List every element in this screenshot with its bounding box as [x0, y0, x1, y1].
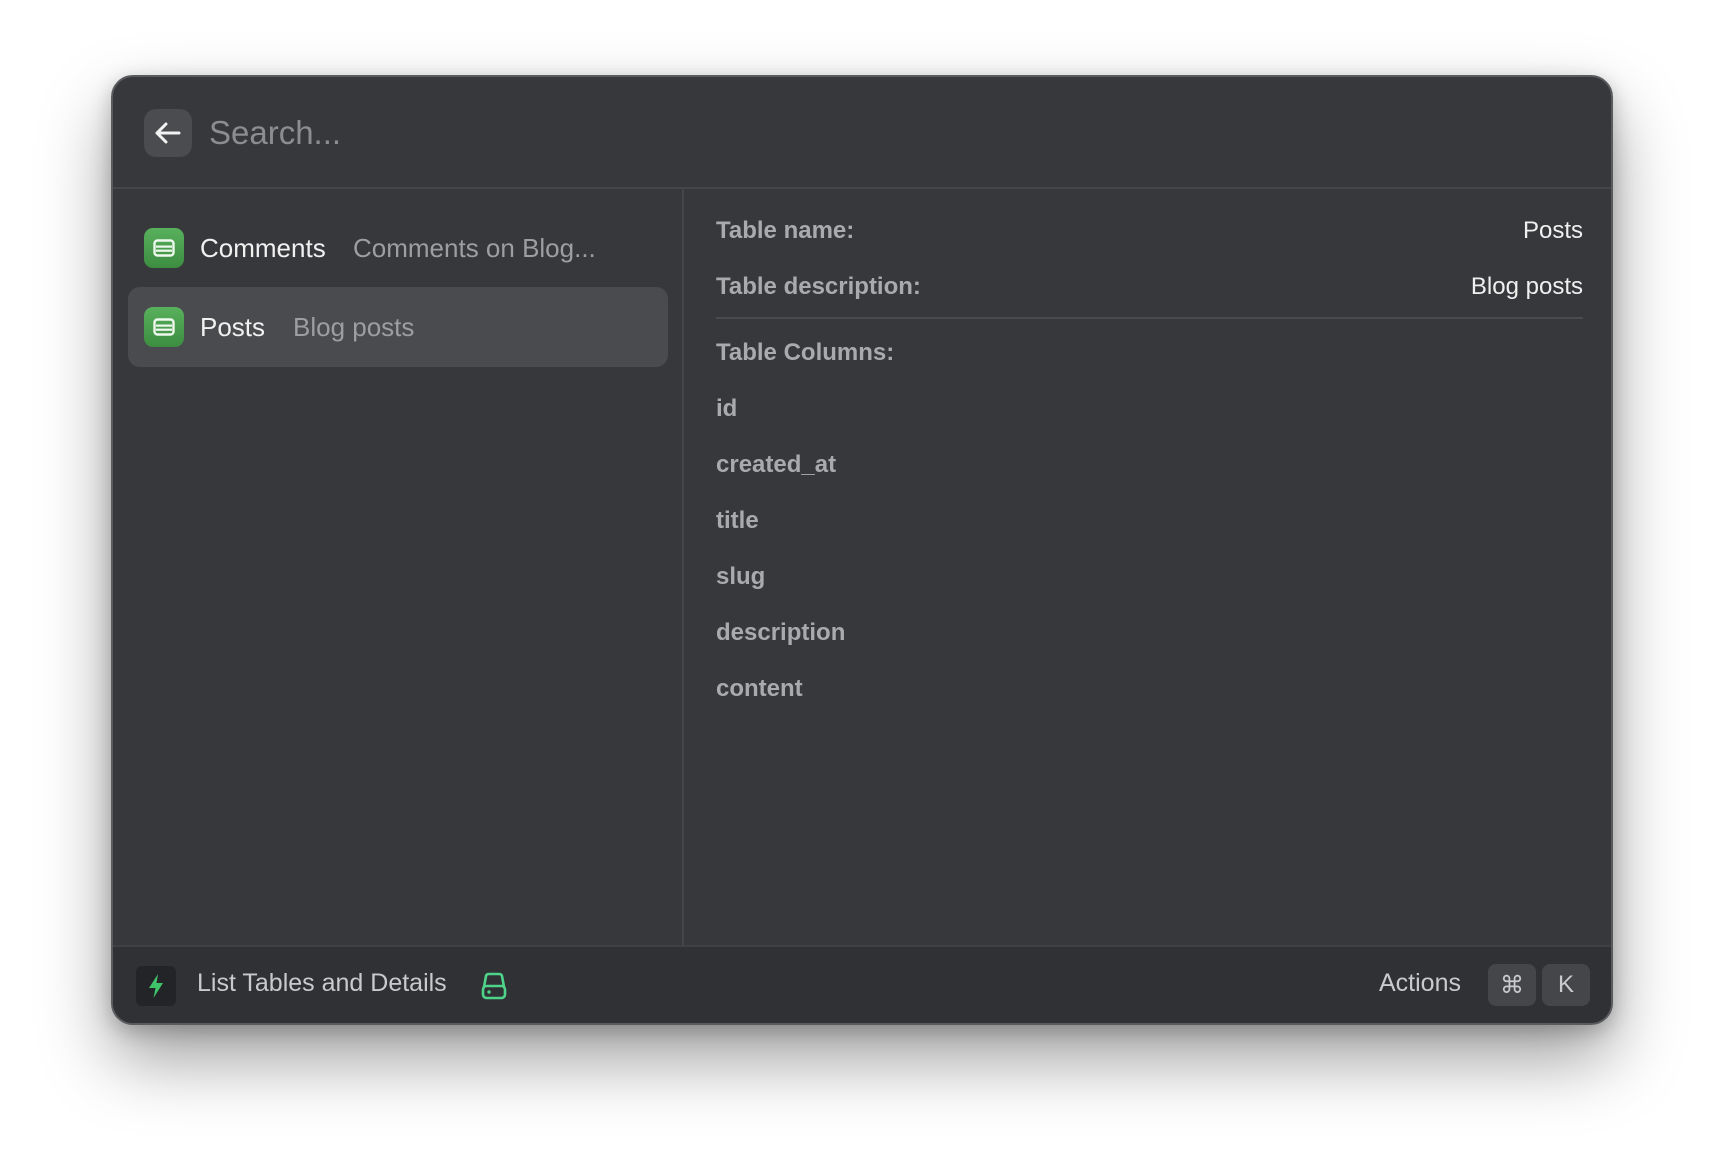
column-item: title [716, 507, 759, 534]
table-description-label: Table description: [716, 273, 921, 300]
footer-bar: List Tables and Details Actions ⌘ K [113, 945, 1611, 1023]
column-item: created_at [716, 451, 837, 478]
list-item-posts[interactable]: Posts Blog posts [128, 287, 668, 367]
sidebar-list: Comments Comments on Blog... Posts Blog … [113, 189, 684, 947]
actions-button[interactable]: Actions [1379, 969, 1461, 998]
command-title: List Tables and Details [197, 969, 447, 997]
list-item-subtitle: Blog posts [293, 311, 415, 342]
bolt-icon [136, 966, 176, 1006]
command-window: Comments Comments on Blog... Posts Blog … [111, 75, 1613, 1025]
column-item: slug [716, 563, 766, 590]
table-name-label: Table name: [716, 217, 855, 244]
table-description-row: Table description: Blog posts [716, 267, 1583, 307]
table-icon [144, 228, 184, 268]
column-item: content [716, 675, 803, 702]
table-name-value: Posts [1522, 217, 1583, 244]
list-item-title: Posts [200, 311, 266, 342]
detail-panel: Table name: Posts Table description: Blo… [686, 189, 1611, 947]
arrow-left-icon [155, 122, 181, 144]
table-description-value: Blog posts [1470, 273, 1583, 300]
table-name-row: Table name: Posts [716, 211, 1583, 251]
column-item: description [716, 619, 846, 646]
table-icon [144, 307, 184, 347]
table-columns-label: Table Columns: [716, 339, 895, 366]
column-item: id [716, 395, 738, 422]
back-button[interactable] [144, 109, 192, 157]
list-item-comments[interactable]: Comments Comments on Blog... [128, 208, 668, 288]
divider [716, 317, 1583, 319]
drive-icon [481, 972, 507, 1000]
list-item-subtitle: Comments on Blog... [353, 232, 596, 263]
search-input[interactable] [209, 105, 1409, 161]
command-key-badge: ⌘ [1488, 964, 1536, 1006]
k-key-badge: K [1542, 964, 1590, 1006]
search-bar [113, 77, 1611, 189]
list-item-title: Comments [200, 232, 326, 263]
